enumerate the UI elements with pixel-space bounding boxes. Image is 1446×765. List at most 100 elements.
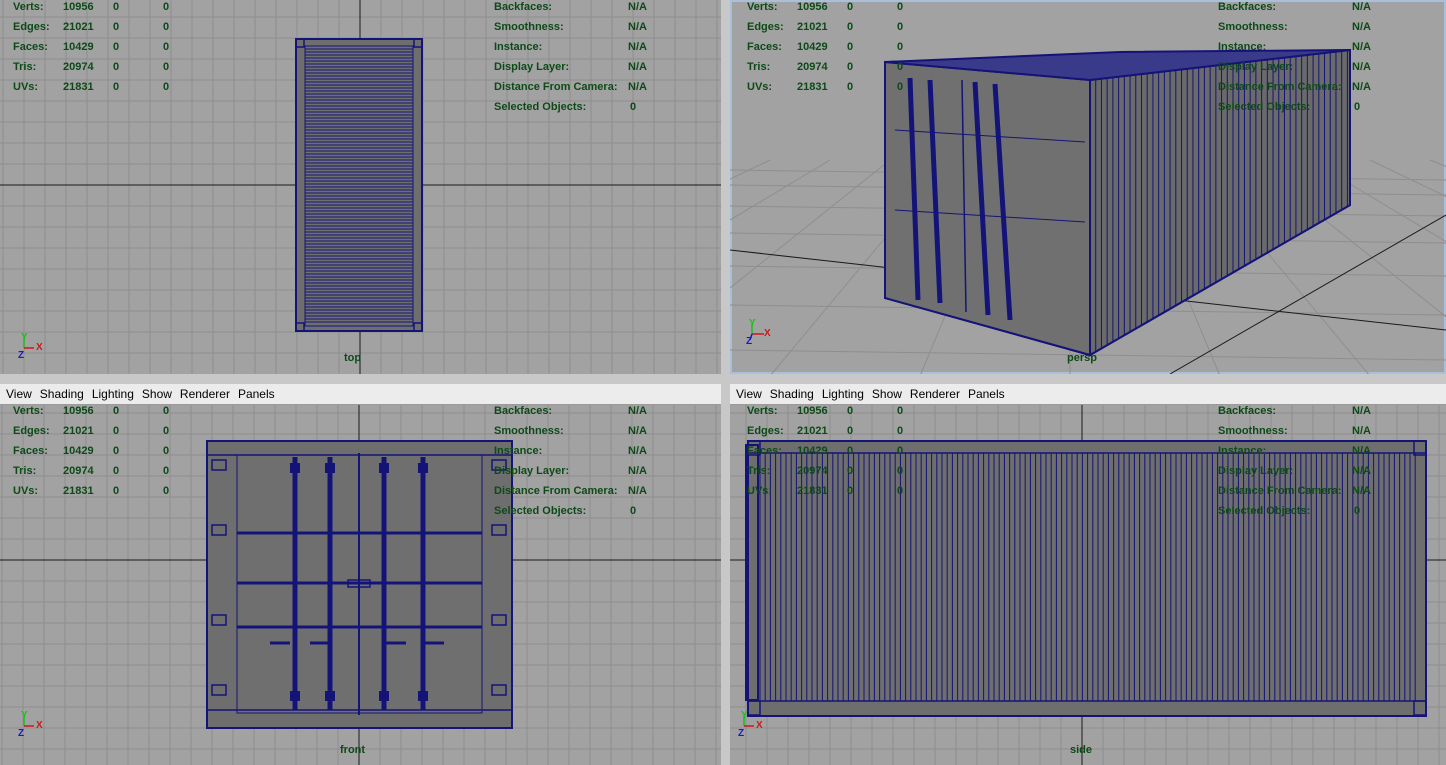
side-view-scene <box>730 405 1446 765</box>
hud-info-label: Display Layer: <box>494 465 570 477</box>
hud-stat-labels: UVs: <box>747 485 773 497</box>
hud-info-label: Backfaces: <box>494 1 553 13</box>
hud-info-label: Backfaces: <box>1218 1 1277 13</box>
menu-lighting[interactable]: Lighting <box>822 387 864 401</box>
hud-info-value: N/A <box>1352 405 1371 417</box>
hud-stat-sel: 0 <box>847 1 854 13</box>
menu-show[interactable]: Show <box>142 387 172 401</box>
hud-stat-comp: 0 <box>163 465 170 477</box>
hud-stat-values: 10429 <box>63 445 94 457</box>
menu-renderer[interactable]: Renderer <box>910 387 960 401</box>
hud-info-value: 0 <box>1354 101 1361 113</box>
hud-stat-labels: Faces: <box>747 41 782 53</box>
hud-info-label: Backfaces: <box>1218 405 1277 417</box>
hud-info-label: Instance: <box>1218 41 1267 53</box>
hud-stat-sel: 0 <box>113 445 120 457</box>
hud-info-value: N/A <box>1352 445 1371 457</box>
hud-info-value: N/A <box>1352 81 1371 93</box>
pane-divider-horizontal[interactable] <box>0 374 1446 384</box>
hud-stat-values: 21021 <box>797 425 828 437</box>
hud-info-label: Distance From Camera: <box>1218 81 1342 93</box>
hud-stat-sel: 0 <box>847 485 854 497</box>
hud-stat-sel: 0 <box>113 465 120 477</box>
hud-stat-sel: 0 <box>847 445 854 457</box>
hud-stat-values: 10956 <box>797 405 828 417</box>
viewport-label-side: side <box>1070 744 1093 756</box>
menu-view[interactable]: View <box>6 387 32 401</box>
hud-stat-sel: 0 <box>847 465 854 477</box>
hud-info-value: N/A <box>1352 61 1371 73</box>
hud-info-label: Display Layer: <box>1218 465 1294 477</box>
hud-stat-comp: 0 <box>163 405 170 417</box>
axis-label-x: X <box>36 720 43 731</box>
axis-label-y: Y <box>749 318 756 329</box>
hud-info-label: Backfaces: <box>494 405 553 417</box>
menu-show[interactable]: Show <box>872 387 902 401</box>
hud-stat-comp: 0 <box>897 485 904 497</box>
hud-stat-sel: 0 <box>113 41 120 53</box>
hud-stat-values: 21831 <box>797 485 828 497</box>
hud-info-label: Instance: <box>1218 445 1267 457</box>
hud-stat-values: 20974 <box>797 465 828 477</box>
hud-stat-comp: 0 <box>897 405 904 417</box>
hud-info-label: Instance: <box>494 445 543 457</box>
hud-info-value: N/A <box>1352 21 1371 33</box>
hud-stat-labels: Tris: <box>13 465 37 477</box>
menu-panels[interactable]: Panels <box>238 387 275 401</box>
hud-info-label: Selected Objects: <box>494 505 587 517</box>
hud-stat-comp: 0 <box>897 41 904 53</box>
hud-stat-values: 21021 <box>63 425 94 437</box>
hud-stat-values: 20974 <box>63 61 94 73</box>
axis-label-x: X <box>36 342 43 353</box>
axis-gizmo-persp: YXZ <box>744 318 784 348</box>
menu-shading[interactable]: Shading <box>770 387 814 401</box>
menu-lighting[interactable]: Lighting <box>92 387 134 401</box>
hud-info-value: N/A <box>1352 465 1371 477</box>
hud-stat-labels: UVs: <box>13 81 39 93</box>
hud-stat-labels: Edges: <box>13 425 50 437</box>
menu-renderer[interactable]: Renderer <box>180 387 230 401</box>
hud-info-label: Selected Objects: <box>1218 101 1311 113</box>
hud-info-label: Smoothness: <box>1218 425 1288 437</box>
hud-stat-comp: 0 <box>163 1 170 13</box>
lock-cam <box>379 691 389 701</box>
hud-stat-comp: 0 <box>163 41 170 53</box>
hud-stat-comp: 0 <box>897 425 904 437</box>
viewport-persp[interactable]: Verts: 10956 0 0 Edges: 21021 0 0 Faces: 10429 0 0 T… <box>730 0 1446 374</box>
hud-stat-values: 10956 <box>63 1 94 13</box>
hud-stat-sel: 0 <box>113 21 120 33</box>
menu-panels[interactable]: Panels <box>968 387 1005 401</box>
persp-view-scene <box>730 48 1446 374</box>
menu-shading[interactable]: Shading <box>40 387 84 401</box>
hud-info-value: N/A <box>628 425 647 437</box>
hud-stat-values: 10956 <box>797 1 828 13</box>
menu-view[interactable]: View <box>736 387 762 401</box>
axis-gizmo-front: YXZ <box>16 710 56 740</box>
hud-stat-values: 21831 <box>63 485 94 497</box>
hud-stat-labels: Faces: <box>747 445 782 457</box>
axis-label-y: Y <box>741 710 748 721</box>
viewport-side[interactable]: Verts: 10956 0 0 Edges: 21021 0 0 Faces: 10429 0 0 T… <box>730 405 1446 765</box>
front-view-scene <box>0 405 721 765</box>
hud-stat-comp: 0 <box>897 465 904 477</box>
hud-stat-sel: 0 <box>113 61 120 73</box>
axis-label-z: Z <box>18 350 25 361</box>
hud-info-value: N/A <box>628 41 647 53</box>
hud-info-value: N/A <box>628 405 647 417</box>
viewport-front[interactable]: Verts: 10956 0 0 Edges: 21021 0 0 Faces: 10429 0 0 T… <box>0 405 721 765</box>
hud-stat-comp: 0 <box>163 445 170 457</box>
hud-stat-values: 21831 <box>63 81 94 93</box>
hud-stat-comp: 0 <box>163 81 170 93</box>
hud-stat-values: 10429 <box>797 445 828 457</box>
axis-label-z: Z <box>18 728 25 739</box>
viewport-top[interactable]: Verts: 10956 0 0 Edges: 21021 0 0 Faces: 10429 0 0 T… <box>0 0 721 374</box>
hud-stat-labels: Tris: <box>13 61 37 73</box>
hud-info-label: Smoothness: <box>494 21 564 33</box>
hud-info-value: N/A <box>628 465 647 477</box>
hud-stat-labels: Verts: <box>13 405 44 417</box>
hud-stat-sel: 0 <box>113 485 120 497</box>
hud-stat-sel: 0 <box>113 405 120 417</box>
hud-stat-labels: Faces: <box>13 445 48 457</box>
hud-stat-comp: 0 <box>163 21 170 33</box>
hud-stat-comp: 0 <box>163 61 170 73</box>
